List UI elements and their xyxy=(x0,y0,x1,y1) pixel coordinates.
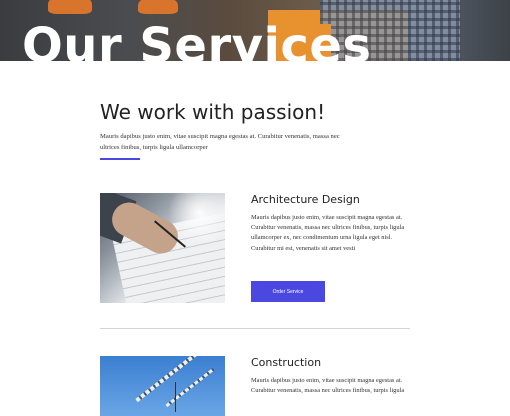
order-service-button[interactable]: Order Service xyxy=(251,281,325,302)
service-title-architecture: Architecture Design xyxy=(251,193,360,206)
service-description-construction: Mauris dapibus justo enim, vitae suscipi… xyxy=(251,377,405,395)
page-title: Our Services xyxy=(22,18,372,61)
intro-text: Mauris dapibus justo enim, vitae suscipi… xyxy=(100,133,340,151)
hardhat-image-detail xyxy=(138,0,178,14)
crane-cable xyxy=(175,382,176,412)
architecture-design-image xyxy=(100,193,225,303)
intro-heading: We work with passion! xyxy=(100,100,326,124)
hardhat-image-detail xyxy=(48,0,92,14)
section-divider xyxy=(100,328,410,329)
service-description-architecture: Mauris dapibus justo enim, vitae suscipi… xyxy=(251,214,405,252)
accent-divider xyxy=(100,158,140,160)
hero-banner: Our Services xyxy=(0,0,510,61)
service-title-construction: Construction xyxy=(251,356,322,369)
crane-boom xyxy=(135,356,201,403)
construction-image xyxy=(100,356,225,416)
